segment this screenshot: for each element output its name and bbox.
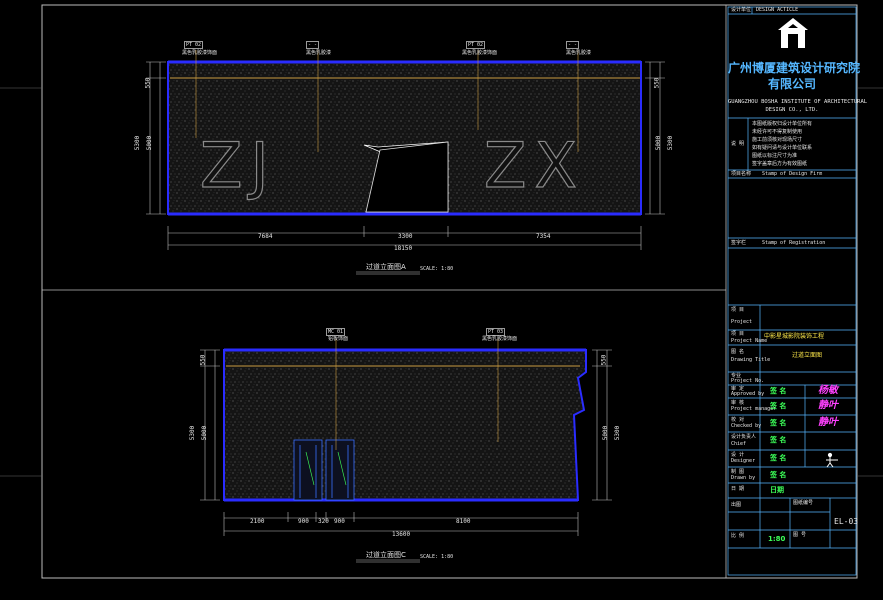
dimension-label: 7354 (536, 233, 551, 240)
dimension-label: 550 (199, 354, 207, 366)
tb-row-en: Designer (731, 458, 756, 464)
tb-row-label: 项 目 (731, 331, 745, 337)
tb-date-label: 日 期 (731, 486, 745, 492)
drawing-linework (0, 4, 883, 579)
dimension-label: 5000 (602, 425, 610, 441)
dimension-label: 5000 (146, 135, 154, 151)
tb-header-value: DESIGN ACTICLE (756, 7, 799, 13)
tb-drawing-title: 过道立面图 (792, 352, 823, 359)
material-note: 黑色乳胶漆 (566, 50, 592, 56)
material-tag: PT 03 (486, 328, 506, 336)
material-tag: MC 01 (326, 328, 346, 336)
tb-project-name: 中影星城影院装饰工程 (764, 333, 825, 340)
material-note: 黑色乳胶漆 (306, 50, 332, 56)
view-caption: 过道立面图C (366, 551, 406, 559)
material-note: 黑色乳胶漆饰面 (482, 336, 518, 342)
tb-header-label: 设计单位 (731, 7, 752, 13)
dimension-total: 13600 (392, 531, 411, 538)
signature-manager: 静叶 (818, 400, 838, 411)
tb-row-label: 项 目 (731, 307, 745, 313)
tb-date-value: 日期 (770, 486, 784, 494)
dimension-label: 320 (318, 518, 329, 525)
bottom-elevation (200, 339, 612, 563)
dimension-label: 2100 (250, 518, 265, 525)
dimension-label: 5000 (655, 135, 663, 151)
tb-scale-value: 1:80 (768, 535, 786, 543)
cad-drawing-canvas[interactable]: ZJ ZX PT 02 - - PT 02 - - 黑色乳胶漆饰面 黑色乳胶漆 … (0, 0, 883, 600)
tb-row-en: Chief (731, 441, 747, 447)
logo-letters-zj: ZJ (199, 129, 277, 202)
tb-row-en: Drawing Title (731, 357, 771, 363)
tb-sign-label: 签 名 (770, 471, 787, 479)
tb-note: 如有疑问请与设计单位联系 (752, 145, 813, 151)
tb-row-en: Project (731, 319, 753, 325)
tb-row-en: Drawn by (731, 475, 756, 481)
dimension-label: 550 (600, 354, 608, 366)
company-name-en-2: DESIGN CO., LTD. (765, 107, 819, 113)
tb-sign-label: 签 名 (770, 436, 787, 444)
tb-stage-label: 签字栏 (731, 240, 747, 246)
company-name-en: GUANGZHOU BOSHA INSTITUTE OF ARCHITECTUR… (728, 99, 868, 105)
tb-note: 签字盖章后方为有效图纸 (752, 161, 808, 167)
tb-row-en: Checked by (731, 423, 762, 429)
tb-sign-label: 签 名 (770, 419, 787, 427)
tb-notes-label: 说 明 (731, 141, 745, 147)
tb-sign-label: 签 名 (770, 402, 787, 410)
material-tag: PT 02 (184, 41, 204, 49)
company-name-cn-2: 有限公司 (767, 77, 816, 91)
dimension-label: 3300 (398, 233, 413, 240)
material-note: 铝板饰面 (328, 336, 349, 342)
tb-project-label: 项目名称 (731, 171, 752, 177)
tb-sign-label: 签 名 (770, 387, 787, 395)
material-tag: - - (566, 41, 580, 49)
dimension-label: 5000 (201, 425, 209, 441)
dimension-label: 900 (298, 518, 309, 525)
dimension-label: 550 (653, 77, 661, 89)
signature-approved: 杨敏 (818, 385, 838, 396)
view-scale: SCALE: 1:80 (420, 266, 454, 272)
view-caption: 过道立面图A (366, 263, 406, 271)
material-note: 黑色乳胶漆饰面 (462, 50, 498, 56)
tb-project-value: Stamp of Design Firm (762, 171, 823, 177)
dimension-label: 5300 (614, 425, 622, 441)
tb-row-en: Project No. (731, 378, 765, 384)
dimension-label: 5300 (134, 135, 142, 151)
dimension-label: 900 (334, 518, 345, 525)
tb-sign-label: 签 名 (770, 454, 787, 462)
dimension-label: 7684 (258, 233, 273, 240)
tb-sheet-label: 图 号 (793, 532, 807, 538)
tb-row-en: Project Name (731, 338, 768, 344)
tb-row-label: 图 名 (731, 349, 745, 355)
tb-scale-label: 比 例 (731, 533, 745, 539)
sheet-number: EL-03 (834, 517, 859, 526)
material-tag: PT 02 (466, 41, 486, 49)
logo-letters-zx: ZX (483, 129, 585, 202)
tb-note: 未经许可不得复制使用 (752, 129, 803, 135)
tb-row-label: 设计负责人 (731, 434, 757, 440)
material-note: 黑色乳胶漆饰面 (182, 50, 218, 56)
dimension-total: 18150 (394, 245, 413, 252)
tb-note: 图纸以标注尺寸为准 (752, 153, 798, 159)
dimension-label: 550 (144, 77, 152, 89)
dimension-label: 8100 (456, 518, 471, 525)
walking-figure-icon (826, 452, 838, 468)
dimension-label: 5300 (667, 135, 675, 151)
tb-row-en: Approved by (731, 391, 765, 397)
tb-stage-value: Stamp of Registration (762, 240, 826, 246)
tb-note: 施工前须核对现场尺寸 (752, 137, 803, 143)
company-logo-house-icon (778, 18, 808, 48)
material-tag: - - (306, 41, 320, 49)
view-scale: SCALE: 1:80 (420, 554, 454, 560)
signature-checked: 静叶 (818, 417, 838, 428)
tb-cell-label: 图纸编号 (793, 500, 814, 506)
company-name-cn: 广州博厦建筑设计研究院 (728, 61, 861, 75)
tb-cell-label: 出图 (731, 502, 742, 508)
title-block-grid (727, 6, 857, 576)
tb-note: 本图纸版权归设计单位所有 (752, 121, 813, 127)
dimension-label: 5300 (189, 425, 197, 441)
